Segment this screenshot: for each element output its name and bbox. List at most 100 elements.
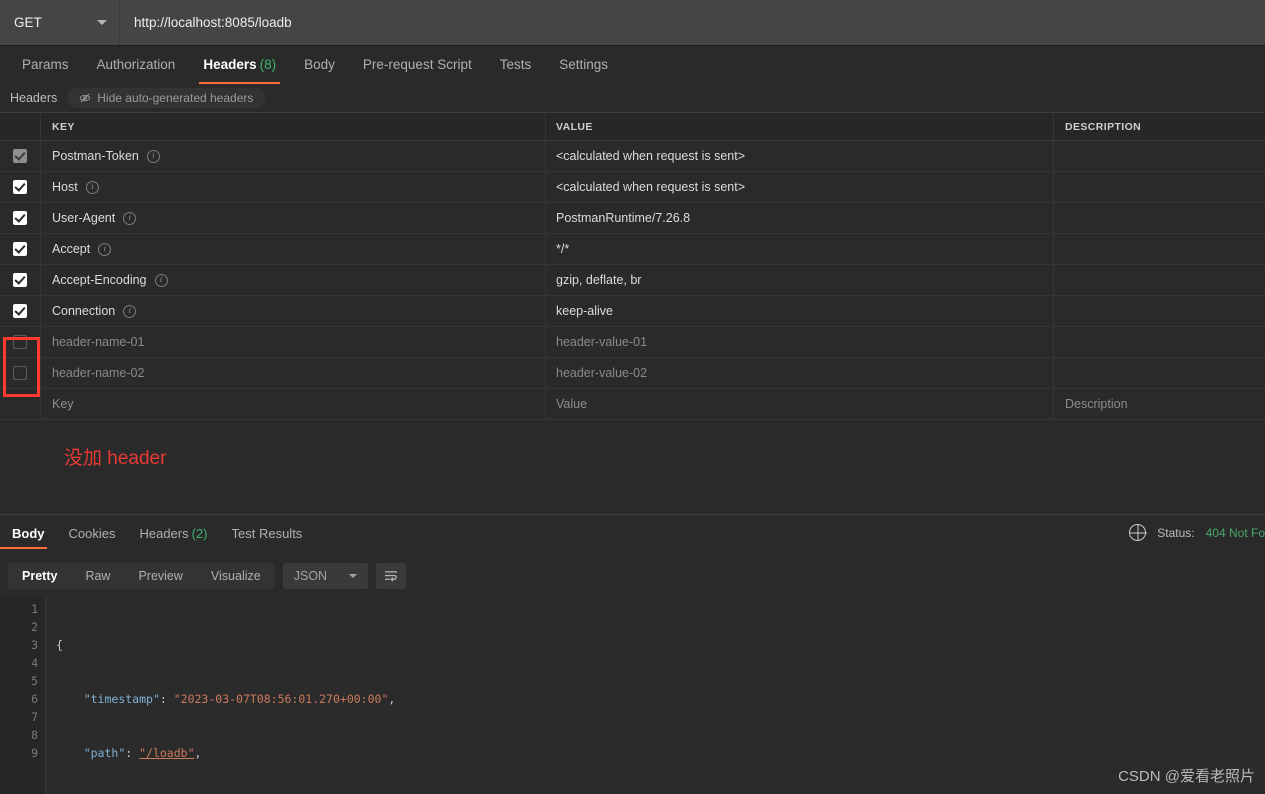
tab-pre-request-script[interactable]: Pre-request Script [349,46,486,84]
header-key: User-Agent [52,211,116,225]
row-checkbox[interactable] [13,273,27,287]
info-icon[interactable]: i [154,273,168,287]
header-value: gzip, deflate, br [556,273,642,287]
table-row[interactable]: Host i <calculated when request is sent> [0,172,1265,203]
globe-icon [1129,524,1147,541]
header-value: header-value-02 [556,366,648,380]
code-key: "timestamp" [83,692,160,706]
new-key-input[interactable]: Key [52,397,74,411]
view-label: Visualize [210,569,261,583]
eye-off-icon [80,93,91,103]
chevron-down-icon [97,20,107,25]
column-header-key: KEY [52,120,75,133]
headers-section-label: Headers [10,91,58,105]
row-checkbox[interactable] [13,242,27,256]
header-value: header-value-01 [556,335,648,349]
new-description-input[interactable]: Description [1065,397,1128,411]
row-checkbox[interactable] [13,211,27,225]
hide-auto-generated-headers-button[interactable]: Hide auto-generated headers [67,88,266,108]
header-value: <calculated when request is sent> [556,149,746,163]
view-pretty[interactable]: Pretty [8,563,71,589]
url-input[interactable]: http://localhost:8085/loadb [120,0,1265,45]
table-row-placeholder[interactable]: Key Value Description [0,389,1265,420]
table-row[interactable]: header-name-01 header-value-01 [0,327,1265,358]
code-line: "timestamp": "2023-03-07T08:56:01.270+00… [83,692,396,706]
view-visualize[interactable]: Visualize [197,563,275,589]
row-checkbox-cell[interactable] [0,141,41,171]
response-body-code[interactable]: 1 2 3 4 5 6 7 8 9 { "timestamp": "2023-0… [0,597,1265,794]
tab-params[interactable]: Params [8,46,83,84]
response-tab-body[interactable]: Body [0,519,57,549]
row-checkbox[interactable] [13,149,27,163]
tab-settings[interactable]: Settings [545,46,622,84]
row-checkbox-cell[interactable] [0,296,41,326]
http-method-select[interactable]: GET [0,0,120,45]
code-brace: { [56,638,63,652]
new-value-input[interactable]: Value [556,397,587,411]
row-checkbox[interactable] [13,366,27,380]
view-raw[interactable]: Raw [71,563,124,589]
view-preview[interactable]: Preview [124,563,196,589]
row-checkbox-cell[interactable] [0,172,41,202]
request-url-bar: GET http://localhost:8085/loadb [0,0,1265,46]
tab-label: Test Results [231,526,303,541]
line-number: 3 [31,638,38,652]
table-row[interactable]: Postman-Token i <calculated when request … [0,141,1265,172]
row-checkbox[interactable] [13,180,27,194]
code-line: "path": "/loadb", [83,746,202,760]
tab-label: Tests [499,57,532,72]
response-divider [0,514,1265,515]
row-checkbox-cell[interactable] [0,358,41,388]
row-checkbox[interactable] [13,335,27,349]
row-checkbox-cell[interactable] [0,265,41,295]
code-lines: { "timestamp": "2023-03-07T08:56:01.270+… [46,597,1265,794]
tab-tests[interactable]: Tests [486,46,546,84]
word-wrap-button[interactable] [376,563,407,589]
row-checkbox-cell[interactable] [0,327,41,357]
table-row[interactable]: Connection i keep-alive [0,296,1265,327]
code-comma: , [194,746,202,760]
language-select[interactable]: JSON [282,563,369,589]
info-icon[interactable]: i [146,149,160,163]
row-checkbox-cell[interactable] [0,203,41,233]
info-icon[interactable]: i [98,242,112,256]
table-row[interactable]: User-Agent i PostmanRuntime/7.26.8 [0,203,1265,234]
http-method-value: GET [14,15,42,30]
response-tabs: Body Cookies Headers (2) Test Results [0,518,1265,550]
table-header-row: KEY VALUE DESCRIPTION [0,113,1265,141]
response-tab-cookies[interactable]: Cookies [57,519,128,549]
tab-label: Cookies [68,526,116,541]
table-row[interactable]: header-name-02 header-value-02 [0,358,1265,389]
row-checkbox[interactable] [13,304,27,318]
tab-authorization[interactable]: Authorization [83,46,190,84]
header-key: Host [52,180,78,194]
row-checkbox-cell[interactable] [0,234,41,264]
url-value: http://localhost:8085/loadb [134,15,292,30]
header-value: keep-alive [556,304,613,318]
status-badge: 404 Not Fo [1205,525,1265,540]
request-tabs: Params Authorization Headers (8) Body Pre… [0,46,1265,84]
header-key: Accept-Encoding [52,273,147,287]
code-line: { [56,636,1265,654]
response-tab-test-results[interactable]: Test Results [220,519,315,549]
code-value[interactable]: "/loadb" [139,746,194,760]
language-value: JSON [293,569,328,583]
tab-label: Settings [559,57,608,72]
tab-label: Pre-request Script [362,57,472,72]
tab-label: Body [304,57,335,72]
tab-body[interactable]: Body [290,46,349,84]
table-row[interactable]: Accept i */* [0,234,1265,265]
code-value: "2023-03-07T08:56:01.270+00:00" [173,692,389,706]
tab-count: (8) [259,57,277,72]
info-icon[interactable]: i [123,211,137,225]
info-icon[interactable]: i [123,304,137,318]
code-gutter: 1 2 3 4 5 6 7 8 9 [0,597,46,794]
info-icon[interactable]: i [85,180,99,194]
view-label: Preview [138,569,183,583]
column-header-value: VALUE [556,120,593,133]
tab-headers[interactable]: Headers (8) [189,46,290,84]
response-tab-headers[interactable]: Headers (2) [127,519,219,549]
watermark: CSDN @爱看老照片 [1118,768,1255,785]
table-row[interactable]: Accept-Encoding i gzip, deflate, br [0,265,1265,296]
code-key: "path" [83,746,126,760]
